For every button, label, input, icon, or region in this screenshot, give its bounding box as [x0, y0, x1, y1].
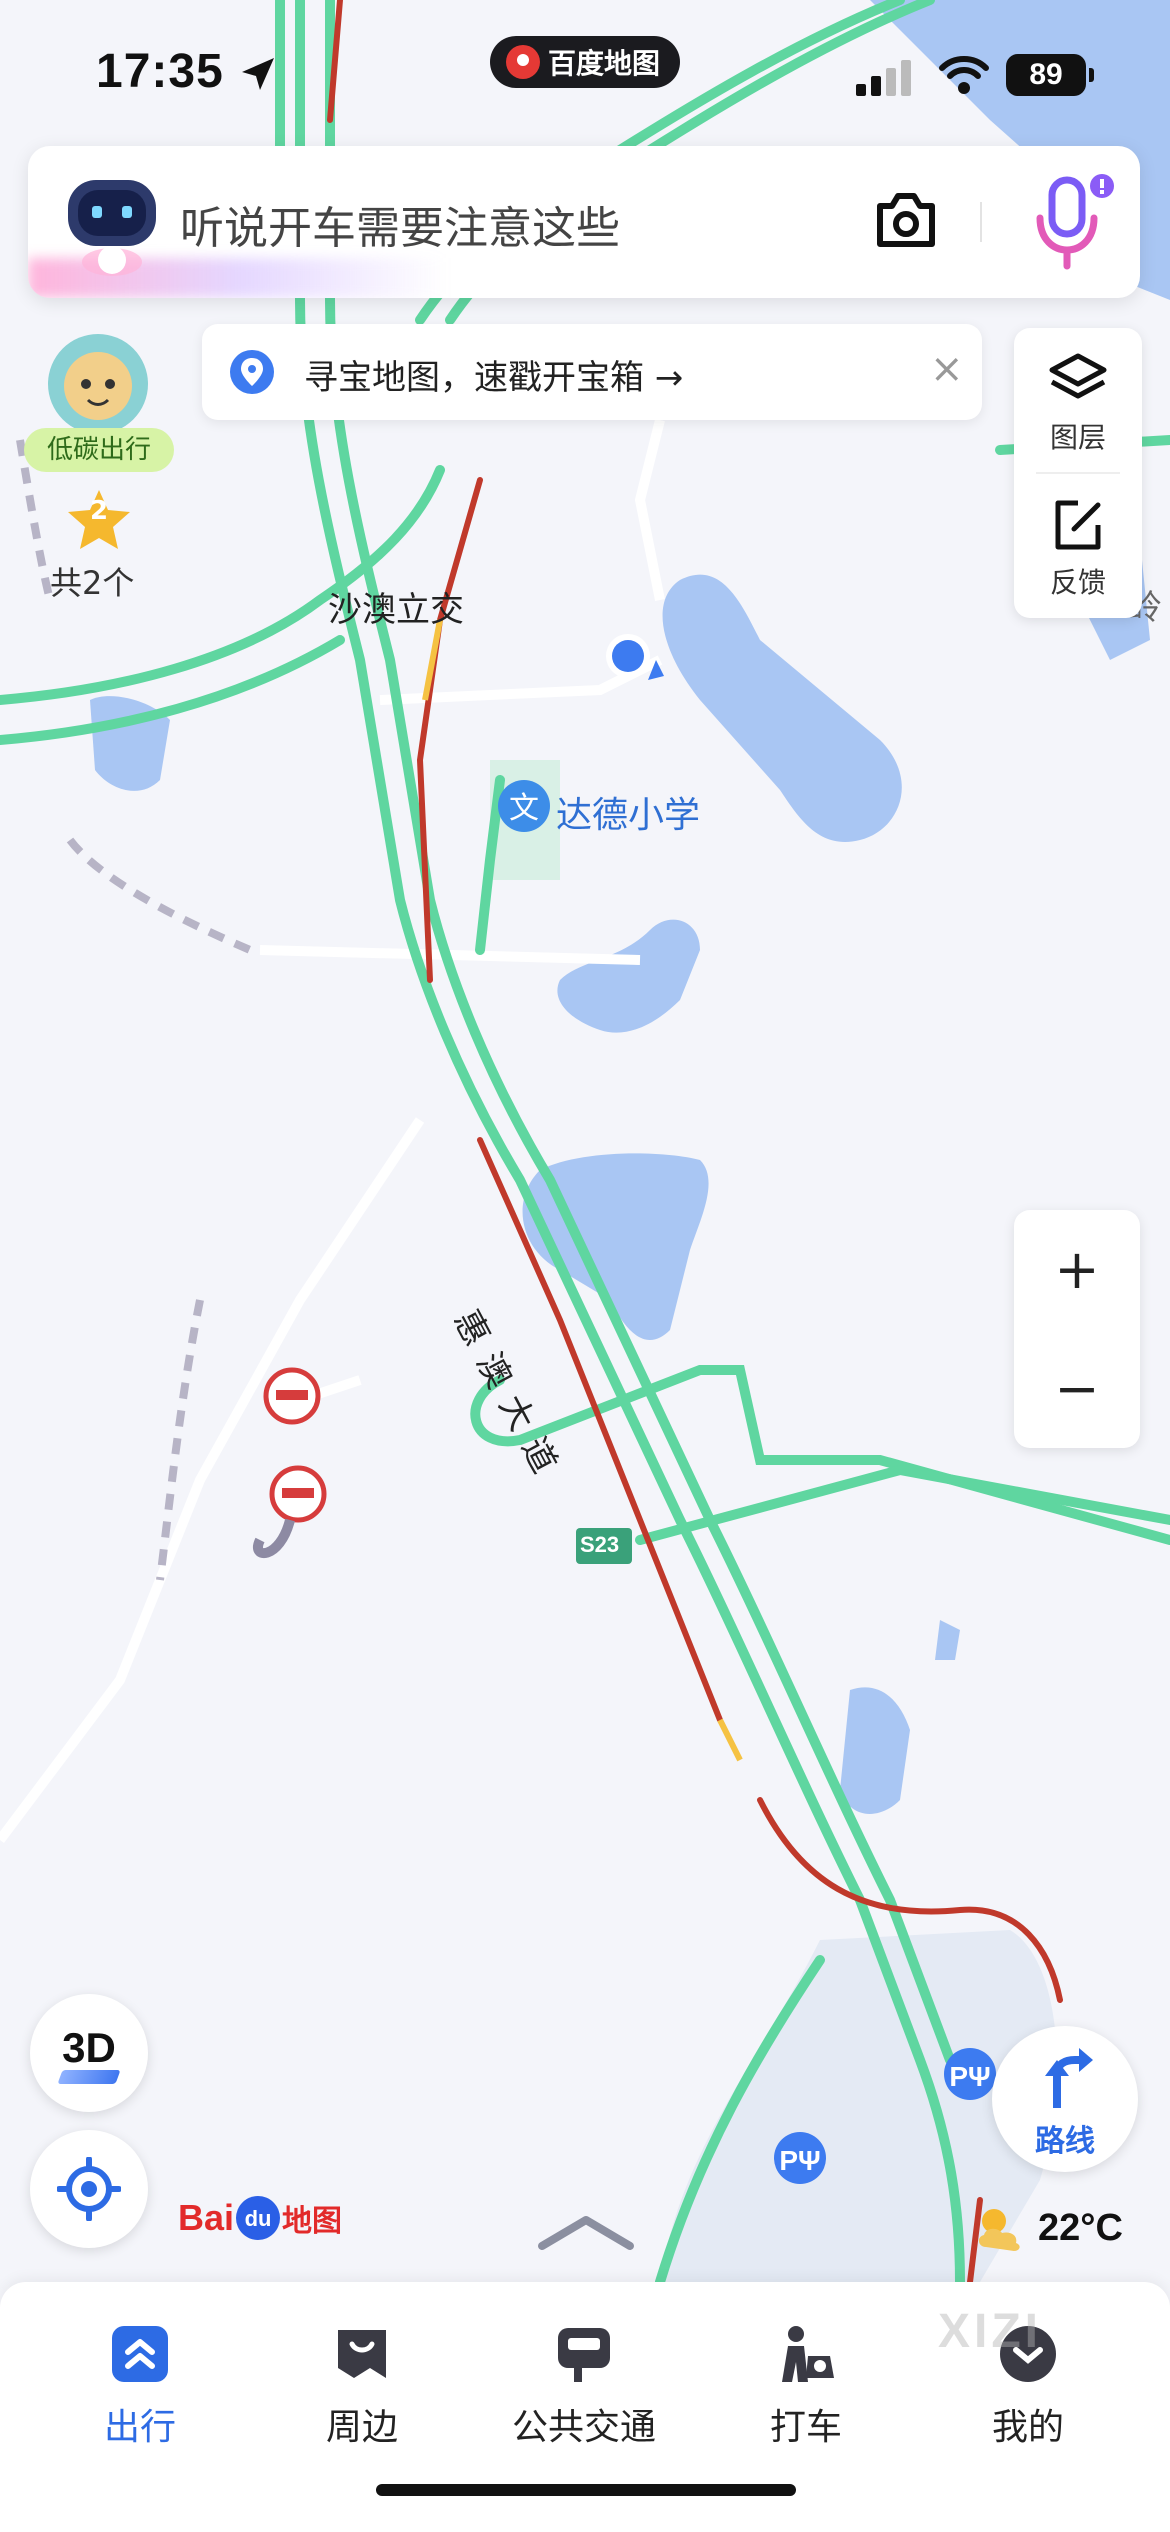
- tab-taxi[interactable]: 打车: [706, 2304, 906, 2454]
- tab-label: 周边: [325, 2407, 398, 2448]
- taxi-icon: [782, 2326, 834, 2382]
- low-carbon-label: 低碳出行: [24, 428, 174, 472]
- status-bar: 17:35 百度地图 89: [0, 0, 1170, 140]
- zoom-in-button[interactable]: +: [1014, 1210, 1140, 1329]
- parking-icon: PΨ: [774, 2132, 826, 2184]
- crosshair-icon: [57, 2157, 121, 2221]
- feedback-label: 反馈: [1049, 566, 1106, 599]
- tab-label: 公共交通: [511, 2407, 656, 2448]
- zoom-control: + −: [1014, 1210, 1140, 1448]
- tab-label: 出行: [103, 2407, 176, 2448]
- battery-indicator: 89: [1006, 54, 1094, 96]
- travel-icon: [112, 2326, 168, 2382]
- interchange-label: 沙澳立交: [328, 590, 464, 630]
- home-indicator[interactable]: [376, 2484, 796, 2496]
- layers-label: 图层: [1049, 421, 1106, 454]
- no-entry-icon: [269, 1465, 327, 1523]
- app-badge[interactable]: 百度地图: [490, 36, 681, 88]
- weather-widget[interactable]: 22°C: [972, 2200, 1123, 2256]
- logo-bai: Bai: [178, 2197, 235, 2238]
- feedback-button[interactable]: 反馈: [1014, 473, 1142, 618]
- tab-nearby[interactable]: 周边: [262, 2304, 462, 2454]
- baidu-pin-icon: [506, 45, 540, 79]
- map-tools-panel: 图层 反馈: [1014, 328, 1142, 618]
- microphone-icon[interactable]: [1022, 170, 1118, 274]
- wifi-icon: [939, 56, 989, 94]
- logo-du: du: [236, 2196, 281, 2240]
- layers-icon: [1049, 353, 1107, 399]
- logo-cn: 地图: [282, 2204, 343, 2239]
- treasure-banner-text[interactable]: 寻宝地图，速戳开宝箱 →: [304, 350, 683, 399]
- star-count-label: 共2个: [50, 564, 135, 602]
- zoom-out-button[interactable]: −: [1014, 1329, 1140, 1448]
- search-divider: [980, 202, 982, 242]
- baidu-logo: Bai du 地图: [178, 2196, 342, 2240]
- watermark: XIZI: [938, 2305, 1043, 2358]
- search-input[interactable]: 听说开车需要注意这些: [180, 192, 620, 256]
- low-carbon-widget[interactable]: 低碳出行: [22, 328, 176, 476]
- 3d-label: 3D: [62, 2024, 116, 2071]
- 3d-base-icon: [57, 2070, 121, 2084]
- location-arrow-icon: [242, 58, 274, 90]
- layers-button[interactable]: 图层: [1014, 328, 1142, 473]
- tab-label: 我的: [991, 2407, 1064, 2448]
- mascot-icon: [48, 334, 148, 434]
- no-entry-icon: [263, 1367, 321, 1425]
- svg-text:文: 文: [509, 791, 539, 826]
- star-counter[interactable]: 2 共2个: [46, 488, 156, 608]
- school-icon: 文: [498, 780, 550, 832]
- signal-icon: [856, 60, 911, 96]
- status-time: 17:35: [96, 45, 224, 98]
- close-icon[interactable]: ×: [930, 346, 964, 392]
- star-count: 2: [89, 496, 109, 526]
- tab-transit[interactable]: 公共交通: [484, 2304, 684, 2454]
- feedback-edit-icon: [1055, 500, 1101, 550]
- search-bar[interactable]: 听说开车需要注意这些: [28, 146, 1140, 298]
- expand-handle-icon[interactable]: [534, 2212, 638, 2252]
- nearby-icon: [338, 2330, 386, 2378]
- 3d-button[interactable]: 3D: [30, 1994, 148, 2112]
- highway-shield-label: S23: [580, 1532, 620, 1557]
- transit-icon: [558, 2328, 610, 2382]
- parking-icon: PΨ: [944, 2048, 996, 2100]
- partly-cloudy-icon: [978, 2209, 1020, 2251]
- route-button[interactable]: 路线: [992, 2026, 1138, 2172]
- camera-icon[interactable]: [874, 190, 938, 250]
- treasure-banner[interactable]: 寻宝地图，速戳开宝箱 → ×: [202, 324, 982, 420]
- route-arrow-icon: [1045, 2048, 1093, 2108]
- svg-text:PΨ: PΨ: [949, 2061, 990, 2092]
- school-label: 达德小学: [556, 795, 701, 836]
- app-badge-label: 百度地图: [548, 47, 661, 80]
- tab-travel[interactable]: 出行: [40, 2304, 240, 2454]
- temperature: 22°C: [1038, 2206, 1123, 2249]
- map-pin-icon: [230, 350, 274, 394]
- locate-button[interactable]: [30, 2130, 148, 2248]
- tab-label: 打车: [769, 2407, 842, 2448]
- svg-text:PΨ: PΨ: [779, 2145, 820, 2176]
- route-label: 路线: [1035, 2124, 1095, 2159]
- assistant-robot-icon[interactable]: [62, 174, 162, 278]
